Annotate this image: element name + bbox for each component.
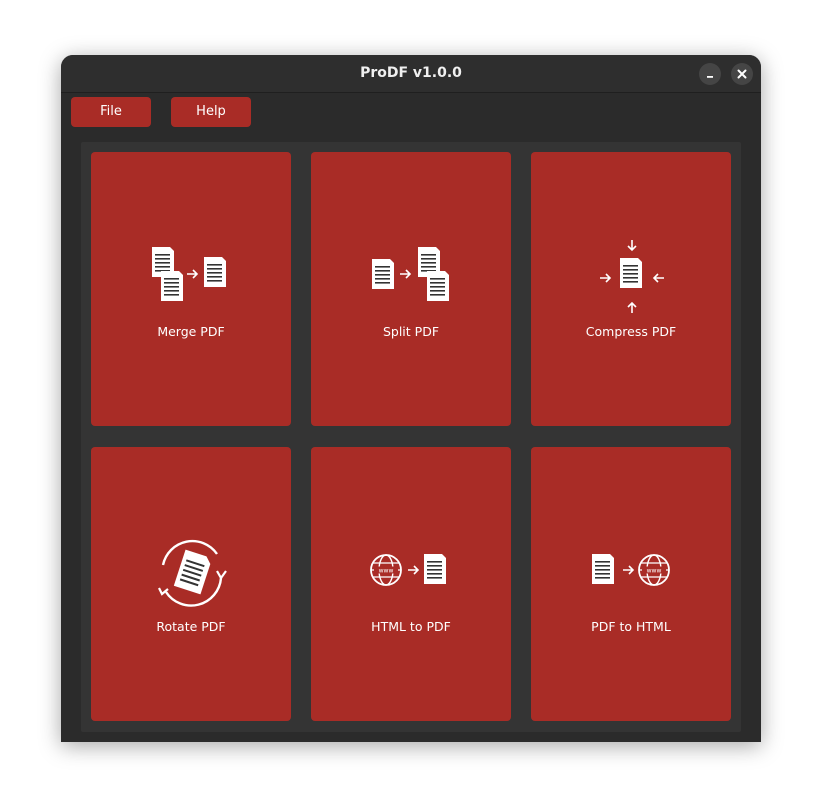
rotate-pdf-card[interactable]: Rotate PDF (91, 447, 291, 721)
minimize-icon (707, 76, 713, 78)
app-window: ProDF v1.0.0 File Help Merge PDF Split P… (61, 55, 761, 742)
tool-label: Rotate PDF (156, 619, 226, 634)
split-icon (372, 247, 449, 301)
tool-label: HTML to PDF (371, 619, 451, 634)
pdf-to-html-icon (592, 554, 670, 586)
title-bar[interactable]: ProDF v1.0.0 (61, 55, 761, 93)
merge-pdf-card[interactable]: Merge PDF (91, 152, 291, 426)
tool-label: Compress PDF (585, 324, 677, 339)
compress-icon (600, 240, 664, 313)
split-pdf-card[interactable]: Split PDF (311, 152, 511, 426)
close-icon (737, 69, 747, 79)
minimize-button[interactable] (699, 63, 721, 85)
window-title: ProDF v1.0.0 (360, 65, 462, 81)
html-to-pdf-icon (370, 554, 446, 586)
close-button[interactable] (731, 63, 753, 85)
tools-panel: Merge PDF Split PDF Compress PDF Rotate … (81, 142, 741, 732)
file-menu-button[interactable]: File (71, 97, 151, 127)
rotate-icon (158, 539, 227, 607)
pdf-to-html-card[interactable]: PDF to HTML (531, 447, 731, 721)
tool-label: Merge PDF (157, 324, 225, 339)
tool-label: PDF to HTML (591, 619, 671, 634)
menu-bar: File Help (61, 93, 761, 133)
merge-icon (152, 247, 226, 301)
tool-label: Split PDF (382, 324, 440, 339)
compress-pdf-card[interactable]: Compress PDF (531, 152, 731, 426)
html-to-pdf-card[interactable]: HTML to PDF (311, 447, 511, 721)
help-menu-button[interactable]: Help (171, 97, 251, 127)
